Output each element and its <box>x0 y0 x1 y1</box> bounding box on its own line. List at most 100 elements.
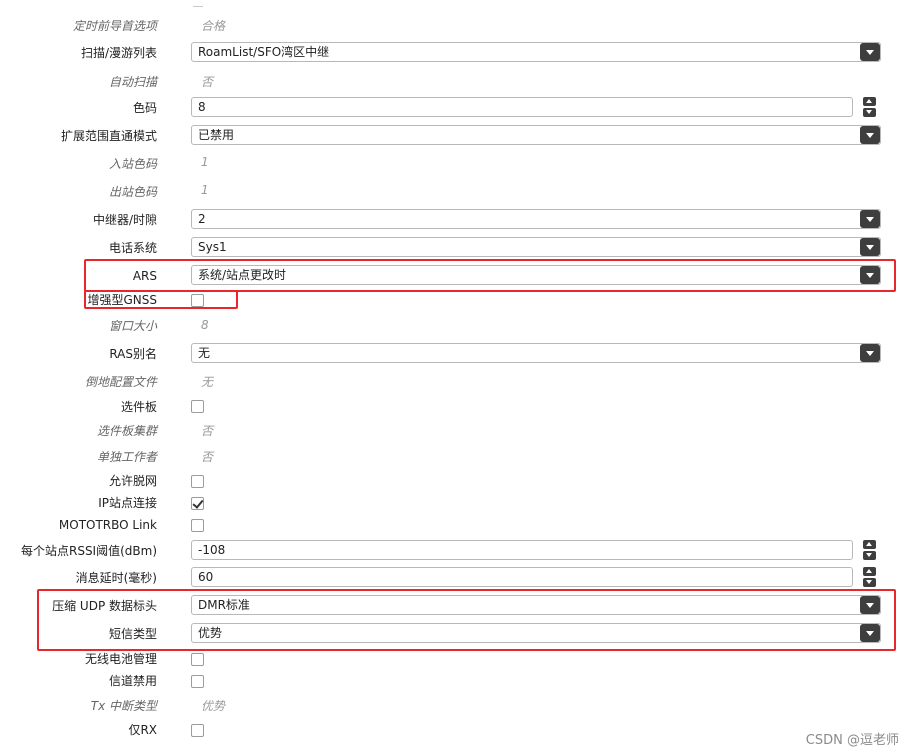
stepper-up-icon[interactable] <box>863 97 876 106</box>
repeater-slot-select[interactable]: 2 <box>191 209 881 229</box>
label-message-delay: 消息延时(毫秒) <box>75 571 157 585</box>
top-divider <box>193 6 203 7</box>
label-rx-only: 仅RX <box>128 723 157 737</box>
value-option-board-trunking: 否 <box>201 424 214 438</box>
row-message-delay: 消息延时(毫秒) 60 <box>0 567 913 589</box>
label-lone-worker: 单独工作者 <box>96 450 157 464</box>
label-timing-preamble: 定时前导首选项 <box>72 19 157 33</box>
row-color-code: 色码 8 <box>0 97 913 119</box>
row-allow-offnet: 允许脱网 <box>0 473 913 491</box>
label-outbound-color-code: 出站色码 <box>108 185 157 199</box>
label-ip-site-connect: IP站点连接 <box>98 496 157 510</box>
label-phone-system: 电话系统 <box>108 241 157 255</box>
chevron-down-icon[interactable] <box>860 126 880 144</box>
label-extended-range-direct: 扩展范围直通模式 <box>60 129 157 143</box>
phone-system-select[interactable]: Sys1 <box>191 237 881 257</box>
watermark: CSDN @逗老师 <box>805 733 899 748</box>
label-man-down-profile: 倒地配置文件 <box>84 375 157 389</box>
row-auto-scan: 自动扫描 否 <box>0 72 913 92</box>
label-scan-roam-list: 扫描/漫游列表 <box>80 46 157 60</box>
chevron-down-icon[interactable] <box>860 344 880 362</box>
label-ras-alias: RAS别名 <box>109 347 157 361</box>
chevron-down-icon[interactable] <box>860 624 880 642</box>
value-tx-interrupt-type: 优势 <box>201 699 226 713</box>
label-option-board-trunking: 选件板集群 <box>96 424 157 438</box>
rssi-threshold-input[interactable]: -108 <box>191 540 853 560</box>
label-color-code: 色码 <box>132 101 157 115</box>
row-ras-alias: RAS别名 无 <box>0 343 913 365</box>
ras-alias-select[interactable]: 无 <box>191 343 881 363</box>
row-timing-preamble: 定时前导首选项 合格 <box>0 16 913 36</box>
row-text-message-type: 短信类型 优势 <box>0 623 913 645</box>
row-radio-battery-mgmt: 无线电池管理 <box>0 651 913 669</box>
row-channel-disabled: 信道禁用 <box>0 673 913 691</box>
stepper-up-icon[interactable] <box>863 540 876 549</box>
label-text-message-type: 短信类型 <box>108 627 157 641</box>
stepper-up-icon[interactable] <box>863 567 876 576</box>
row-scan-roam-list: 扫描/漫游列表 RoamList/SFO湾区中继 <box>0 42 913 64</box>
text-message-type-select[interactable]: 优势 <box>191 623 881 643</box>
compressed-udp-header-select[interactable]: DMR标准 <box>191 595 881 615</box>
row-window-size: 窗口大小 8 <box>0 317 913 337</box>
row-extended-range-direct: 扩展范围直通模式 已禁用 <box>0 125 913 147</box>
row-tx-interrupt-type: Tx 中断类型 优势 <box>0 697 913 717</box>
row-rx-only: 仅RX <box>0 722 913 740</box>
label-mototrbo-link: MOTOTRBO Link <box>58 518 157 532</box>
label-enhanced-gnss: 增强型GNSS <box>87 293 157 307</box>
stepper-down-icon[interactable] <box>863 551 876 560</box>
option-board-checkbox[interactable] <box>191 400 204 413</box>
value-man-down-profile: 无 <box>201 375 214 389</box>
value-auto-scan: 否 <box>201 75 214 89</box>
scan-roam-list-select[interactable]: RoamList/SFO湾区中继 <box>191 42 881 62</box>
repeater-slot-value: 2 <box>198 212 206 226</box>
chevron-down-icon[interactable] <box>860 266 880 284</box>
row-repeater-slot: 中继器/时隙 2 <box>0 209 913 231</box>
extended-range-direct-value: 已禁用 <box>198 128 235 142</box>
message-delay-input[interactable]: 60 <box>191 567 853 587</box>
row-phone-system: 电话系统 Sys1 <box>0 237 913 259</box>
compressed-udp-header-value: DMR标准 <box>198 598 250 612</box>
row-ip-site-connect: IP站点连接 <box>0 495 913 513</box>
label-channel-disabled: 信道禁用 <box>108 674 157 688</box>
label-repeater-slot: 中继器/时隙 <box>92 213 157 227</box>
rx-only-checkbox[interactable] <box>191 724 204 737</box>
ip-site-connect-checkbox[interactable] <box>191 497 204 510</box>
value-timing-preamble: 合格 <box>201 19 226 33</box>
mototrbo-link-checkbox[interactable] <box>191 519 204 532</box>
channel-disabled-checkbox[interactable] <box>191 675 204 688</box>
row-option-board: 选件板 <box>0 399 913 417</box>
stepper-down-icon[interactable] <box>863 578 876 587</box>
scan-roam-list-value: RoamList/SFO湾区中继 <box>198 45 330 59</box>
enhanced-gnss-checkbox[interactable] <box>191 294 204 307</box>
value-inbound-color-code: 1 <box>201 155 209 169</box>
label-ars: ARS <box>132 269 157 283</box>
rssi-threshold-stepper[interactable] <box>863 540 876 560</box>
row-rssi-threshold: 每个站点RSSI阈值(dBm) -108 <box>0 540 913 562</box>
label-rssi-threshold: 每个站点RSSI阈值(dBm) <box>20 544 157 558</box>
color-code-stepper[interactable] <box>863 97 876 117</box>
label-allow-offnet: 允许脱网 <box>108 474 157 488</box>
text-message-type-value: 优势 <box>198 626 223 640</box>
chevron-down-icon[interactable] <box>860 238 880 256</box>
label-tx-interrupt-type: Tx 中断类型 <box>90 699 157 713</box>
label-auto-scan: 自动扫描 <box>108 75 157 89</box>
chevron-down-icon[interactable] <box>860 43 880 61</box>
message-delay-stepper[interactable] <box>863 567 876 587</box>
phone-system-value: Sys1 <box>198 240 227 254</box>
label-radio-battery-mgmt: 无线电池管理 <box>84 652 157 666</box>
row-option-board-trunking: 选件板集群 否 <box>0 422 913 442</box>
radio-battery-mgmt-checkbox[interactable] <box>191 653 204 666</box>
value-window-size: 8 <box>201 318 209 332</box>
chevron-down-icon[interactable] <box>860 596 880 614</box>
row-inbound-color-code: 入站色码 1 <box>0 154 913 174</box>
value-outbound-color-code: 1 <box>201 183 209 197</box>
stepper-down-icon[interactable] <box>863 108 876 117</box>
extended-range-direct-select[interactable]: 已禁用 <box>191 125 881 145</box>
chevron-down-icon[interactable] <box>860 210 880 228</box>
allow-offnet-checkbox[interactable] <box>191 475 204 488</box>
color-code-input[interactable]: 8 <box>191 97 853 117</box>
ras-alias-value: 无 <box>198 346 211 360</box>
label-window-size: 窗口大小 <box>108 319 157 333</box>
ars-select[interactable]: 系统/站点更改时 <box>191 265 881 285</box>
label-option-board: 选件板 <box>120 400 157 414</box>
